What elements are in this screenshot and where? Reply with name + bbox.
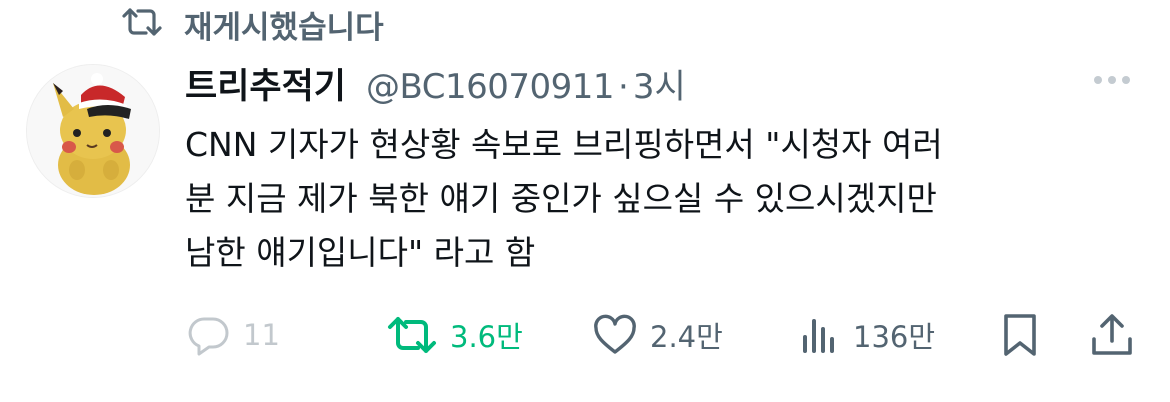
tweet-timestamp[interactable]: 3시: [633, 59, 686, 108]
like-button[interactable]: 2.4만: [592, 305, 723, 365]
repost-banner: 재게시했습니다: [120, 2, 384, 46]
repost-icon: [120, 7, 164, 41]
repost-banner-text: 재게시했습니다: [184, 9, 384, 46]
avatar-image: [27, 65, 159, 197]
tweet-text: CNN 기자가 현상황 속보로 브리핑하면서 "시청자 여러 분 지금 제가 북…: [185, 125, 943, 272]
author-handle[interactable]: @BC16070911: [366, 67, 615, 107]
header-separator: ·: [618, 67, 629, 107]
views-icon: [803, 319, 834, 353]
retweet-icon: [388, 317, 436, 353]
avatar[interactable]: [26, 64, 160, 198]
tweet-actions: 11 3.6만 2.4만 136만: [0, 305, 1170, 365]
retweet-count: 3.6만: [450, 320, 523, 354]
reply-icon: [188, 317, 229, 356]
bookmark-icon: [1004, 314, 1036, 356]
reply-count: 11: [243, 318, 280, 352]
share-icon: [1092, 314, 1132, 355]
share-button[interactable]: [1088, 305, 1136, 365]
reply-button[interactable]: 11: [187, 305, 280, 365]
bookmark-button[interactable]: [998, 305, 1042, 365]
author-display-name[interactable]: 트리추적기: [185, 58, 346, 109]
views-button[interactable]: 136만: [797, 305, 935, 365]
more-options-icon[interactable]: [1094, 76, 1130, 84]
like-count: 2.4만: [650, 320, 723, 354]
views-count: 136만: [853, 320, 936, 354]
tweet-header: 트리추적기 @BC16070911 · 3시: [185, 58, 686, 108]
retweet-button[interactable]: 3.6만: [386, 305, 523, 365]
heart-icon: [594, 314, 636, 354]
